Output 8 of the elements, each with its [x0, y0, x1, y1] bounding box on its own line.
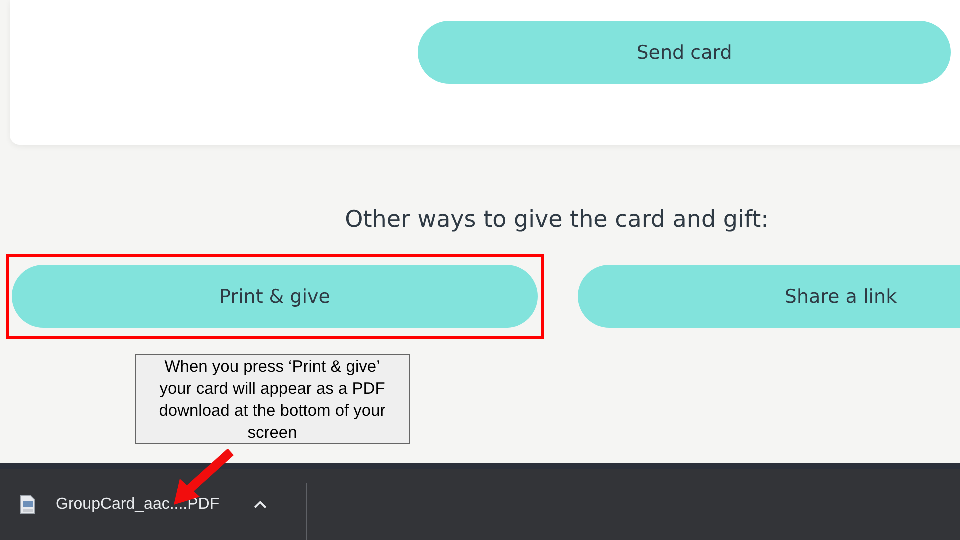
send-card-button[interactable]: Send card: [418, 21, 951, 84]
download-file-name[interactable]: GroupCard_aac....PDF: [56, 496, 220, 514]
pdf-file-icon[interactable]: [20, 494, 36, 514]
option-button[interactable]: Print & give: [12, 265, 538, 328]
option-button[interactable]: Share a link: [578, 265, 960, 328]
caret-icon[interactable]: [254, 500, 267, 509]
section-heading: Other ways to give the card and gift:: [344, 206, 770, 235]
annotation-callout: When you press ‘Print & give’ your card will appear as a PDF download at the bottom of your screen: [135, 354, 410, 444]
